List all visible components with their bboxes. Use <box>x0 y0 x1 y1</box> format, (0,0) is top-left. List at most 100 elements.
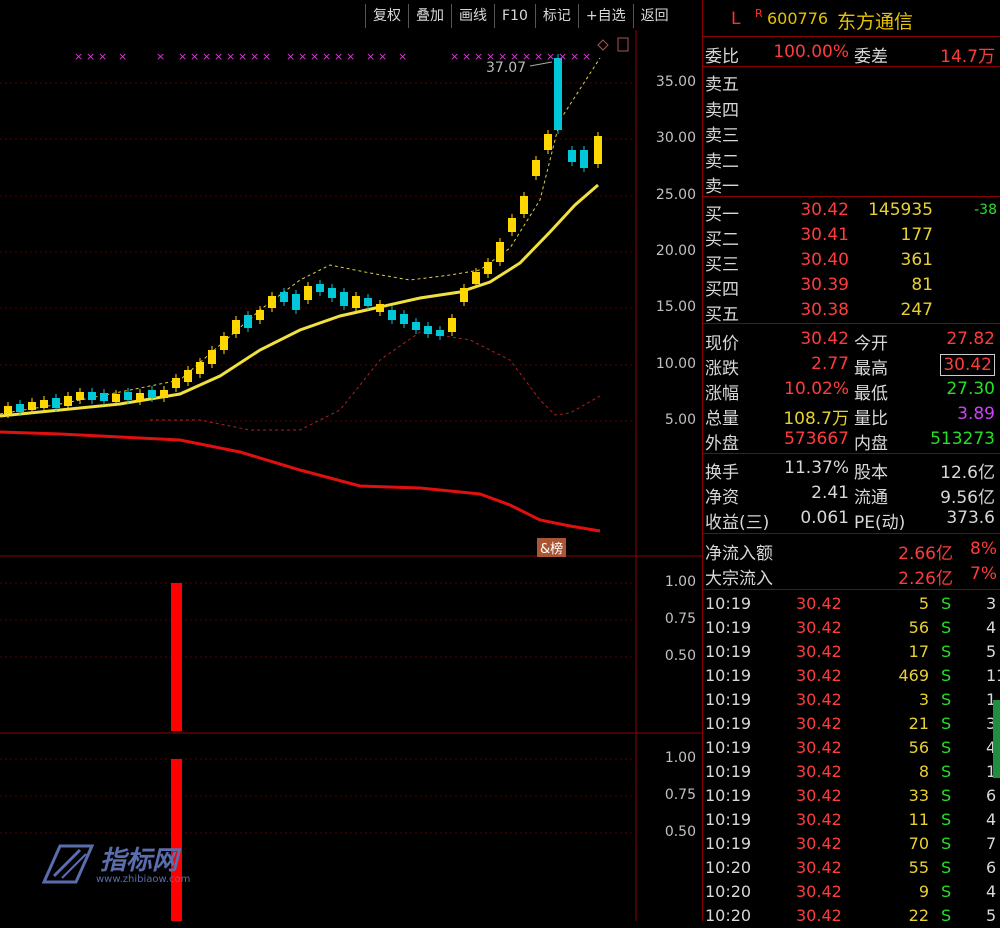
sub2-tick: 0.75 <box>664 787 696 803</box>
signal-marker: × <box>178 50 187 63</box>
signal-marker: × <box>190 50 199 63</box>
signal-marker: × <box>250 50 259 63</box>
signal-marker: × <box>558 50 567 63</box>
market-mark: L <box>731 9 741 29</box>
signal-marker: × <box>534 50 543 63</box>
signal-marker: × <box>334 50 343 63</box>
signal-marker: × <box>310 50 319 63</box>
buy-row: 买三 30.40 361 <box>705 250 933 275</box>
logo-icon <box>41 844 95 884</box>
lower-envelope-line <box>150 331 601 431</box>
flow-row-1: 净流入额 2.66亿 8% <box>705 539 997 564</box>
fund-row-3: 收益(三) 0.061 PE(动) 373.6 <box>705 508 995 533</box>
toolbar-button[interactable]: F10 <box>494 4 535 28</box>
price-tick: 5.00 <box>664 412 696 428</box>
price-tick: 30.00 <box>655 130 696 146</box>
sub2-tick: 0.50 <box>664 824 696 840</box>
buy-row: 买五 30.38 247 <box>705 300 933 325</box>
signal-marker: × <box>462 50 471 63</box>
stock-header: L R 600776 东方通信 <box>703 6 1000 33</box>
signal-marker: × <box>346 50 355 63</box>
tick-row: 10:20 30.42 22 S 5 <box>705 906 997 925</box>
buy-row: 买一 30.42 145935 -38 <box>705 200 997 225</box>
quote-row-4: 总量 108.7万 量比 3.89 <box>705 404 995 429</box>
red-indicator-line <box>0 430 601 533</box>
chart-toolbar: 复权 叠加 画线 F10 标记 +自选 返回 <box>365 4 676 30</box>
signal-marker: × <box>86 50 95 63</box>
quote-row-5: 外盘 573667 内盘 513273 <box>705 429 995 454</box>
price-tick: 20.00 <box>655 243 696 259</box>
flow-row-2: 大宗流入 2.26亿 7% <box>705 564 997 589</box>
toolbar-button[interactable]: 标记 <box>534 4 578 28</box>
signal-marker: × <box>474 50 483 63</box>
signal-marker: × <box>322 50 331 63</box>
toolbar-button[interactable]: +自选 <box>577 4 633 28</box>
tick-row: 10:19 30.42 3 S 1 <box>705 690 997 709</box>
logo-text: 指标网 <box>100 846 179 876</box>
peak-label: 37.07 <box>486 60 526 76</box>
fund-row-1: 换手 11.37% 股本 12.6亿 <box>705 458 995 483</box>
logo-url: www.zhibiaow.com <box>96 874 191 885</box>
signal-marker: × <box>286 50 295 63</box>
signal-marker: × <box>398 50 407 63</box>
sell-row: 卖一 <box>705 177 739 197</box>
price-tick: 25.00 <box>655 187 696 203</box>
tick-row: 10:19 30.42 11 S 4 <box>705 810 997 829</box>
tick-row: 10:19 30.42 56 S 4 <box>705 618 997 637</box>
toolbar-button[interactable]: 返回 <box>632 4 676 28</box>
price-tick: 10.00 <box>655 356 696 372</box>
gridlines <box>0 82 636 834</box>
signal-bar-1 <box>171 583 182 731</box>
signal-marker: × <box>366 50 375 63</box>
signal-marker: × <box>582 50 591 63</box>
signal-marker: × <box>202 50 211 63</box>
rank-badge[interactable]: &榜 <box>537 538 567 557</box>
signal-marker: × <box>118 50 127 63</box>
tick-row: 10:19 30.42 56 S 4 <box>705 738 997 757</box>
signal-marker: × <box>98 50 107 63</box>
signal-marker: × <box>378 50 387 63</box>
diamond-icon <box>597 39 609 51</box>
signal-marker: × <box>214 50 223 63</box>
tick-row: 10:19 30.42 70 S 7 <box>705 834 997 853</box>
kline-svg: × × × × × × × × × × × × × × × × × × × × × × × × × × × × × × × × × × 37.07 <box>0 30 702 921</box>
signal-marker: × <box>570 50 579 63</box>
sell-row: 卖五 <box>705 75 739 95</box>
stock-code: 600776 <box>767 9 829 28</box>
buy-row: 买四 30.39 81 <box>705 275 933 300</box>
signal-marker: × <box>262 50 271 63</box>
signal-marker: × <box>546 50 555 63</box>
fund-row-2: 净资 2.41 流通 9.56亿 <box>705 483 995 508</box>
price-tick: 15.00 <box>655 299 696 315</box>
tick-row: 10:20 30.42 9 S 4 <box>705 882 997 901</box>
tick-row: 10:19 30.42 5 S 3 <box>705 594 997 613</box>
signal-marker: × <box>298 50 307 63</box>
box-icon <box>617 37 629 52</box>
tick-scrollbar[interactable] <box>993 700 1000 778</box>
rights-tag: R <box>755 7 763 20</box>
tick-row: 10:1930.42469S11 <box>705 666 1000 685</box>
sell-row: 卖三 <box>705 126 739 146</box>
toolbar-button[interactable]: 画线 <box>451 4 494 28</box>
sell-row: 卖四 <box>705 100 739 121</box>
sub1-tick: 0.50 <box>664 648 696 664</box>
kline-chart-area[interactable]: × × × × × × × × × × × × × × × × × × × × × × × × × × × × × × × × × × 37.07… <box>0 0 702 921</box>
tick-row: 10:19 30.42 8 S 1 <box>705 762 997 781</box>
quote-row-2: 涨跌 2.77 最高 30.42 <box>703 352 1000 379</box>
watermark-logo: 指标网 www.zhibiaow.com <box>40 838 220 888</box>
tick-row: 10:19 30.42 33 S 6 <box>705 786 997 805</box>
toolbar-button[interactable]: 叠加 <box>408 4 451 28</box>
signal-marker: × <box>156 50 165 63</box>
tick-row: 10:19 30.42 17 S 5 <box>705 642 997 661</box>
tick-row: 10:19 30.42 21 S 3 <box>705 714 997 733</box>
sub1-tick: 1.00 <box>664 574 696 590</box>
signal-marker: × <box>74 50 83 63</box>
signal-marker: × <box>226 50 235 63</box>
tick-row: 10:20 30.42 55 S 6 <box>705 858 997 877</box>
toolbar-button[interactable]: 复权 <box>365 4 408 28</box>
stock-name: 东方通信 <box>837 11 914 33</box>
sell-row: 卖二 <box>705 151 739 172</box>
buy-row: 买二 30.41 177 <box>705 225 933 250</box>
signal-marker: × <box>238 50 247 63</box>
quote-row-1: 现价 30.42 今开 27.82 <box>705 329 995 354</box>
